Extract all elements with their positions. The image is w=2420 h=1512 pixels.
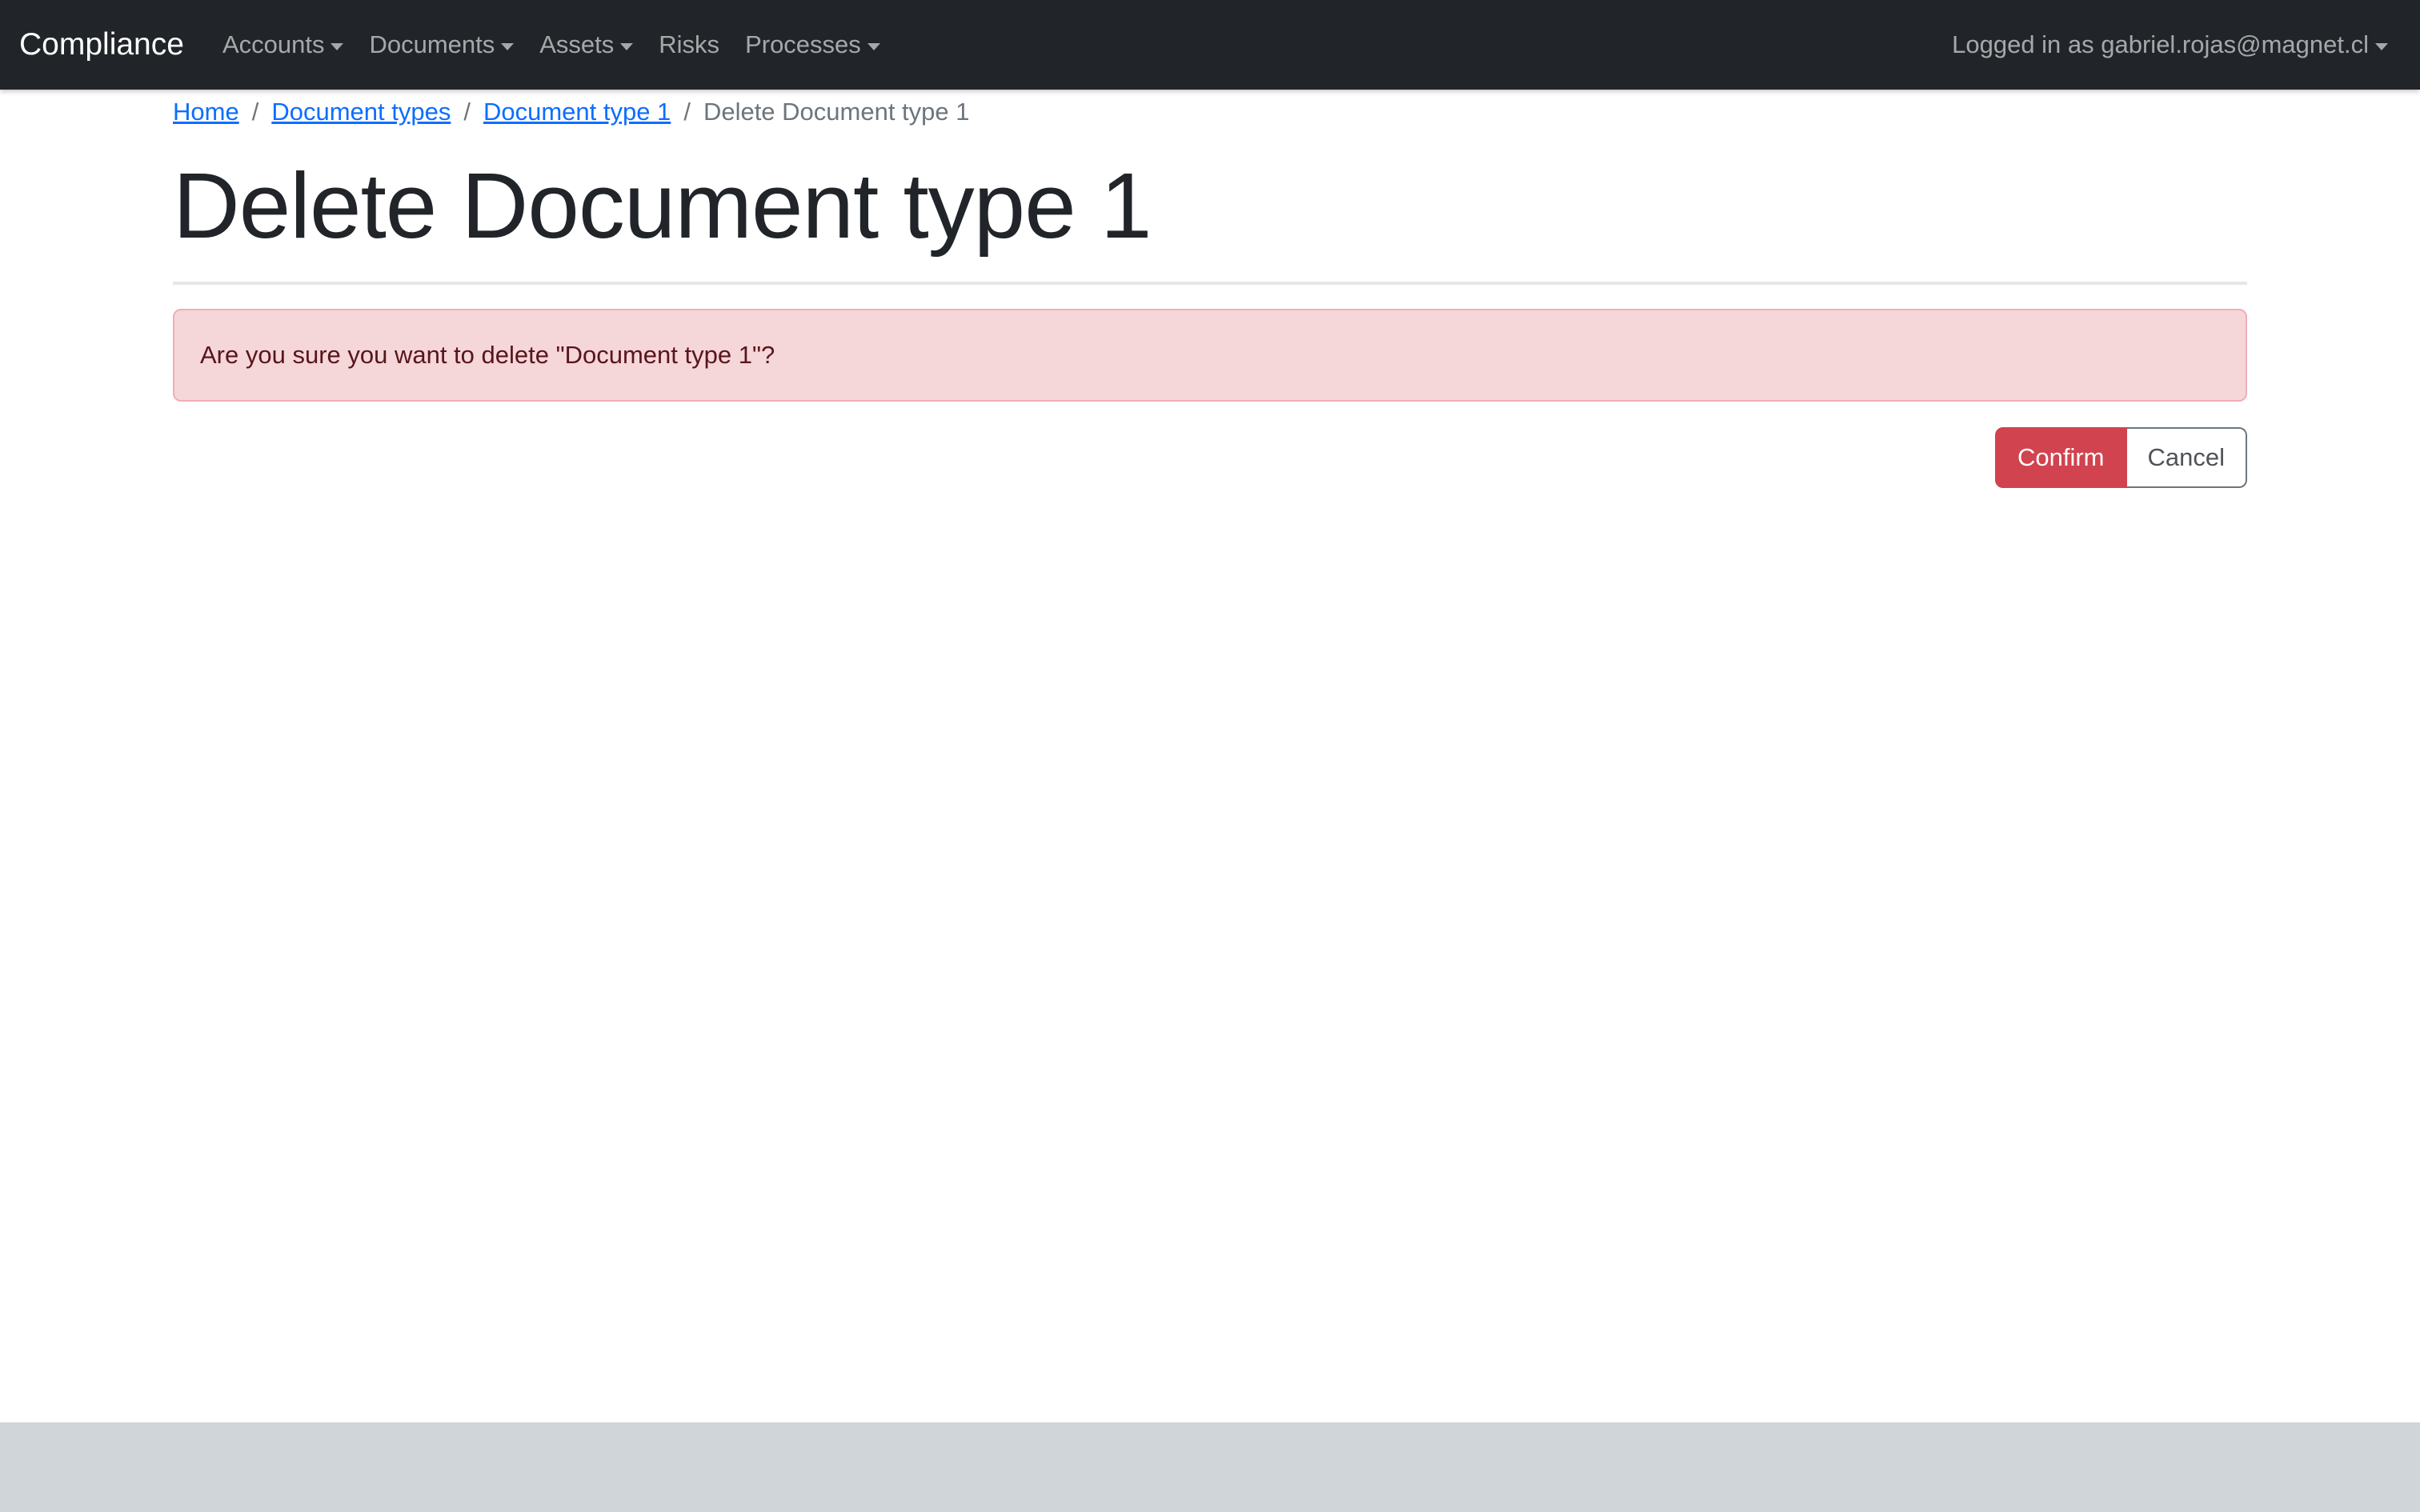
- caret-down-icon: [867, 42, 880, 50]
- nav-accounts-dropdown[interactable]: Accounts: [222, 30, 344, 59]
- top-navbar: Compliance Accounts Documents Assets Ris…: [0, 0, 2420, 90]
- nav-accounts-label: Accounts: [222, 30, 325, 58]
- delete-warning-alert: Are you sure you want to delete "Documen…: [173, 308, 2247, 402]
- title-divider: [173, 281, 2247, 285]
- breadcrumb-document-types-link[interactable]: Document types: [271, 98, 451, 126]
- brand-link[interactable]: Compliance: [19, 27, 184, 62]
- nav-processes-label: Processes: [745, 30, 861, 58]
- breadcrumb: Home / Document types / Document type 1 …: [173, 93, 2247, 131]
- action-button-group: Confirm Cancel: [173, 426, 2247, 488]
- page-title: Delete Document type 1: [173, 154, 1152, 258]
- nav-documents-dropdown[interactable]: Documents: [369, 30, 515, 59]
- nav-assets-label: Assets: [539, 30, 615, 58]
- main-content: Home / Document types / Document type 1 …: [173, 90, 2247, 488]
- breadcrumb-home-link[interactable]: Home: [173, 98, 239, 126]
- breadcrumb-document-type-link[interactable]: Document type 1: [483, 98, 671, 126]
- breadcrumb-separator: /: [251, 98, 259, 126]
- caret-down-icon: [501, 42, 515, 50]
- nav-risks-label: Risks: [659, 30, 720, 58]
- cancel-button[interactable]: Cancel: [2126, 426, 2247, 488]
- breadcrumb-current: Delete Document type 1: [703, 98, 970, 126]
- confirm-button[interactable]: Confirm: [1994, 426, 2127, 488]
- alert-message: Are you sure you want to delete "Documen…: [200, 340, 775, 369]
- page-footer: [0, 1422, 2420, 1512]
- caret-down-icon: [2375, 42, 2388, 50]
- caret-down-icon: [331, 42, 344, 50]
- caret-down-icon: [620, 42, 634, 50]
- user-menu-label: Logged in as gabriel.rojas@magnet.cl: [1952, 30, 2369, 58]
- nav-processes-dropdown[interactable]: Processes: [745, 30, 880, 59]
- user-menu-dropdown[interactable]: Logged in as gabriel.rojas@magnet.cl: [1952, 30, 2388, 59]
- breadcrumb-separator: /: [463, 98, 471, 126]
- nav-assets-dropdown[interactable]: Assets: [539, 30, 634, 59]
- nav-risks-link[interactable]: Risks: [659, 30, 719, 59]
- nav-documents-label: Documents: [369, 30, 495, 58]
- breadcrumb-separator: /: [683, 98, 691, 126]
